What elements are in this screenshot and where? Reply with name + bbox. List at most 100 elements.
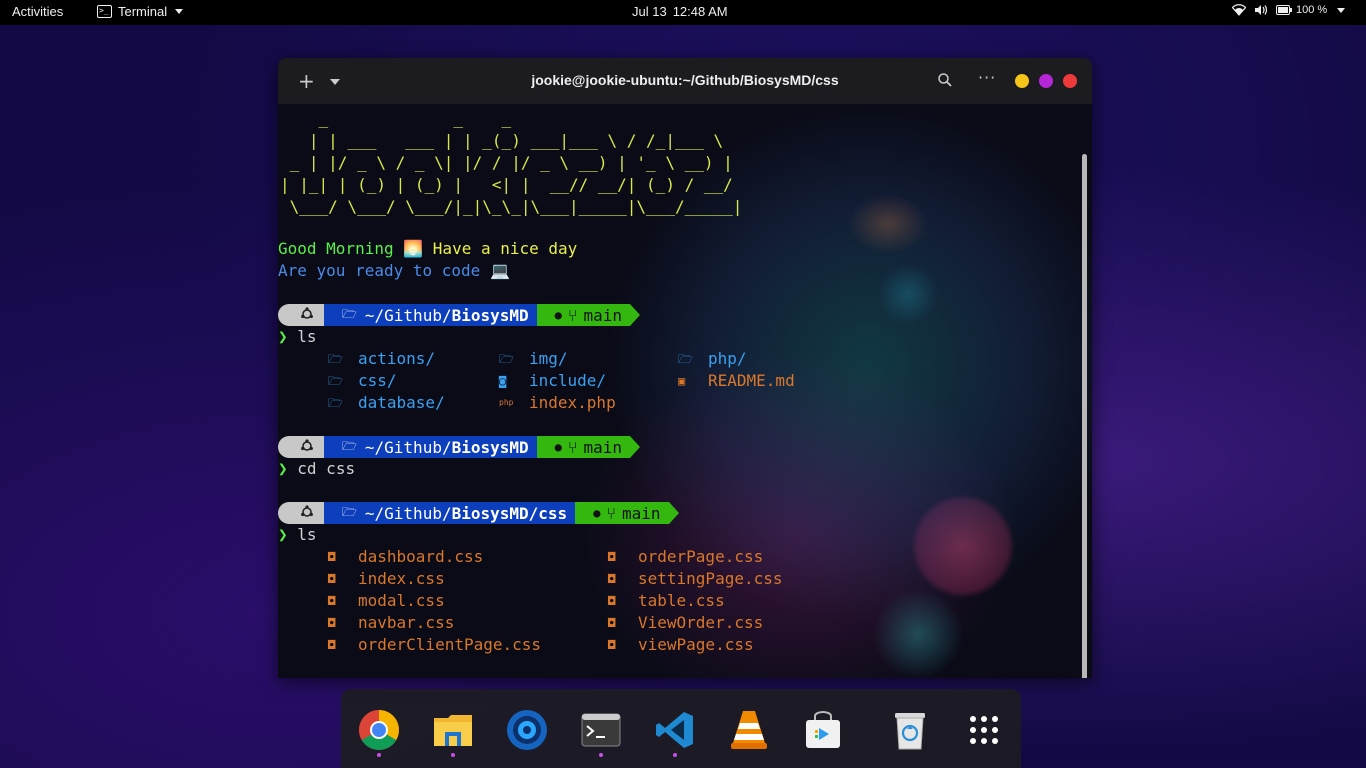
- prompt-char: ❯: [278, 525, 288, 544]
- list-item: 🗁 php/: [678, 348, 747, 370]
- list-item: 🗁 actions/: [328, 348, 435, 370]
- vscode-icon[interactable]: [652, 707, 698, 753]
- folder-icon: 🗁: [328, 374, 343, 388]
- entry-name: navbar.css: [358, 613, 455, 632]
- folder-icon: 🗁: [499, 352, 514, 366]
- minimize-button[interactable]: [1015, 74, 1029, 88]
- entry-name: img/: [529, 349, 568, 368]
- battery-icon: [1276, 5, 1292, 15]
- css3-icon: ◘: [608, 638, 616, 652]
- title-bar: + jookie@jookie-ubuntu:~/Github/BiosysMD…: [278, 58, 1092, 104]
- vlc-icon[interactable]: [726, 707, 772, 753]
- sunrise-emoji: 🌅: [403, 239, 424, 258]
- running-indicator: [673, 753, 677, 757]
- css3-icon: ◘: [608, 616, 616, 630]
- entry-name: orderPage.css: [638, 547, 764, 566]
- entry-name: database/: [358, 393, 445, 412]
- list-item: ◘ ViewOrder.css: [608, 612, 763, 634]
- entry-name: include/: [529, 371, 607, 390]
- git-branch-icon: ⑂: [606, 503, 617, 523]
- markdown-icon: ▣: [678, 374, 686, 388]
- greeting-line: Good Morning 🌅 Have a nice day: [278, 238, 577, 260]
- folder-icon: 🗁: [678, 352, 693, 366]
- github-icon: ●: [554, 440, 562, 454]
- branch-name: main: [583, 437, 623, 457]
- git-segment: ● ⑂ main: [575, 502, 669, 524]
- entry-name: ViewOrder.css: [638, 613, 764, 632]
- prompt-line: 🗁 ~/Github/BiosysMD/css ● ⑂ main: [278, 502, 679, 524]
- question-line: Are you ready to code 💻: [278, 260, 510, 282]
- prompt-char: ❯: [278, 459, 288, 478]
- app-icon[interactable]: [504, 707, 550, 753]
- list-item: 🗁 database/: [328, 392, 445, 414]
- ubuntu-icon: [300, 504, 314, 523]
- more-icon[interactable]: ···: [978, 68, 996, 87]
- terminal-icon[interactable]: [578, 707, 624, 753]
- system-tray[interactable]: 100 %: [1232, 4, 1346, 16]
- path-prefix: ~/Github/: [364, 437, 452, 457]
- close-button[interactable]: [1063, 74, 1077, 88]
- app-grid-icon[interactable]: [961, 707, 1007, 753]
- running-indicator: [451, 753, 455, 757]
- list-item: ▣ README.md: [678, 370, 795, 392]
- battery-indicator: 100 %: [1276, 4, 1327, 16]
- ubuntu-icon: [300, 306, 314, 325]
- list-item: ◙ include/: [499, 370, 606, 392]
- css3-icon: ◘: [328, 594, 336, 608]
- prompt-line: 🗁 ~/Github/BiosysMD ● ⑂ main: [278, 436, 641, 458]
- entry-name: index.css: [358, 569, 445, 588]
- command-text: cd css: [297, 459, 356, 478]
- battery-level: 100 %: [1296, 4, 1328, 16]
- maximize-button[interactable]: [1039, 74, 1053, 88]
- software-store-icon[interactable]: [800, 707, 846, 753]
- running-indicator: [377, 753, 381, 757]
- list-item: php index.php: [499, 392, 616, 414]
- chrome-icon[interactable]: [356, 707, 402, 753]
- file-manager-icon[interactable]: [430, 707, 476, 753]
- activities-button[interactable]: Activities: [12, 4, 63, 19]
- list-item: ◘ dashboard.css: [328, 546, 483, 568]
- list-item: ◘ orderClientPage.css: [328, 634, 541, 656]
- clock[interactable]: Jul 13 12:48 AM: [632, 4, 728, 19]
- list-item: ◘ orderPage.css: [608, 546, 763, 568]
- trash-icon[interactable]: [887, 707, 933, 753]
- entry-name: settingPage.css: [638, 569, 783, 588]
- scrollbar[interactable]: [1082, 154, 1087, 678]
- css3-icon: ◘: [328, 572, 336, 586]
- command-text: ls: [297, 327, 317, 346]
- css3-icon: ◘: [328, 616, 336, 630]
- os-segment: [278, 502, 324, 524]
- search-icon[interactable]: [938, 72, 952, 91]
- php-icon: php: [499, 398, 514, 407]
- branch-name: main: [622, 503, 661, 523]
- list-item: ◘ table.css: [608, 590, 725, 612]
- css3-icon: ◘: [328, 638, 336, 652]
- app-menu[interactable]: >_ Terminal: [97, 4, 184, 19]
- list-item: ◘ modal.css: [328, 590, 445, 612]
- path-bold: BiosysMD: [451, 437, 529, 457]
- entry-name: README.md: [708, 371, 795, 390]
- list-item: ◘ navbar.css: [328, 612, 454, 634]
- entry-name: orderClientPage.css: [358, 635, 542, 654]
- question-text: Are you ready to code: [278, 261, 481, 280]
- path-prefix: ~/Github/: [364, 305, 452, 325]
- prompt-char: ❯: [278, 327, 288, 346]
- clock-time: 12:48 AM: [672, 4, 728, 19]
- prompt-line: 🗁 ~/Github/BiosysMD ● ⑂ main: [278, 304, 641, 326]
- entry-name: modal.css: [358, 591, 445, 610]
- git-segment: ● ⑂ main: [536, 436, 631, 458]
- css3-icon: ◘: [328, 550, 336, 564]
- folder-icon: 🗁: [342, 438, 357, 453]
- terminal-output[interactable]: _ _ _ | | ___ ___ | | _(_) ___|___ \ / /…: [278, 104, 1078, 678]
- list-item: ◘ settingPage.css: [608, 568, 783, 590]
- entry-name: index.php: [529, 393, 616, 412]
- command-line: ❯ cd css: [278, 458, 355, 480]
- command-line: ❯ ls: [278, 326, 317, 348]
- github-icon: ●: [593, 506, 601, 520]
- volume-icon: [1254, 4, 1268, 16]
- path-prefix: ~/Github/: [364, 503, 452, 523]
- folder-icon: 🗁: [342, 504, 357, 519]
- list-item: ◘ index.css: [328, 568, 445, 590]
- git-branch-icon: ⑂: [567, 437, 578, 457]
- command-text: ls: [297, 525, 317, 544]
